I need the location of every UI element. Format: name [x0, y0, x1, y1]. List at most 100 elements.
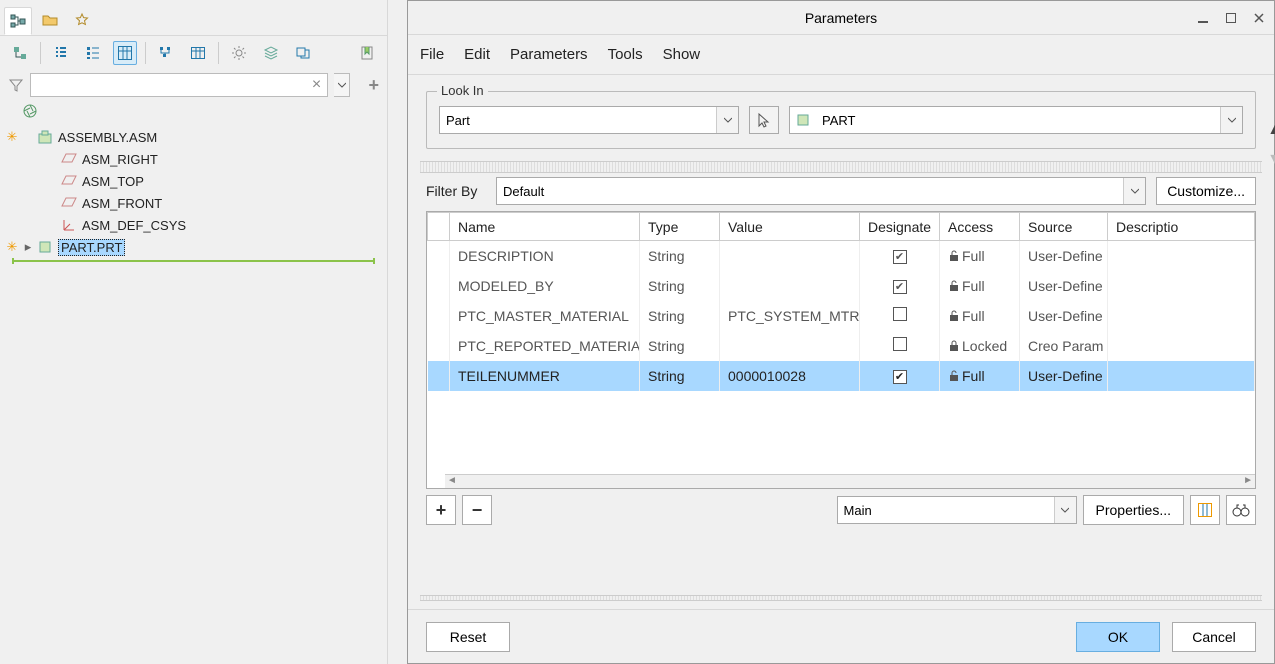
gear-icon[interactable] — [227, 41, 251, 65]
filter-by-row: Filter By Customize... — [426, 177, 1256, 205]
table-footer-row: + − Properties... — [426, 495, 1256, 525]
tree-tab-icon[interactable] — [4, 7, 32, 35]
access-cell[interactable]: Locked — [948, 338, 1011, 354]
menu-tools[interactable]: Tools — [608, 46, 643, 63]
menu-edit[interactable]: Edit — [464, 46, 490, 63]
pick-cursor-icon[interactable] — [749, 106, 779, 134]
expand-icon[interactable] — [8, 41, 32, 65]
funnel-icon[interactable] — [8, 77, 24, 93]
cell-value[interactable] — [720, 271, 860, 301]
bookmark-icon[interactable] — [355, 41, 379, 65]
expand-caret-icon[interactable]: ▸ — [20, 239, 36, 255]
access-cell[interactable]: Full — [948, 308, 1011, 324]
table-row[interactable]: TEILENUMMERString0000010028✔FullUser-Def… — [428, 361, 1255, 391]
col-type[interactable]: Type — [640, 213, 720, 241]
aperture-icon[interactable] — [22, 103, 38, 119]
chevron-down-icon[interactable] — [1220, 107, 1242, 133]
list-icon-2[interactable] — [81, 41, 105, 65]
tree-csys[interactable]: ASM_DEF_CSYS — [0, 214, 387, 236]
table-row[interactable]: PTC_REPORTED_MATERIALStringLockedCreo Pa… — [428, 331, 1255, 361]
filter-dropdown-icon[interactable] — [334, 73, 350, 97]
cell-value[interactable] — [720, 331, 860, 361]
designate-checkbox[interactable]: ✔ — [893, 250, 907, 264]
move-up-icon[interactable]: ▲ — [1266, 121, 1275, 139]
add-row-button[interactable]: + — [426, 495, 456, 525]
designate-checkbox[interactable]: ✔ — [893, 370, 907, 384]
look-in-entity-dropdown[interactable] — [789, 106, 1243, 134]
access-cell[interactable]: Full — [948, 278, 1011, 294]
tree-icon-a[interactable] — [154, 41, 178, 65]
maximize-icon[interactable] — [1222, 9, 1240, 27]
plane-icon — [60, 150, 78, 168]
cancel-button[interactable]: Cancel — [1172, 622, 1256, 652]
chevron-down-icon[interactable] — [716, 107, 738, 133]
col-designate[interactable]: Designate — [860, 213, 940, 241]
table-dropdown-value — [838, 497, 1054, 523]
look-in-type-dropdown[interactable] — [439, 106, 739, 134]
col-value[interactable]: Value — [720, 213, 860, 241]
filter-by-label: Filter By — [426, 183, 486, 199]
list-icon-1[interactable] — [49, 41, 73, 65]
tree-datum[interactable]: ASM_FRONT — [0, 192, 387, 214]
minimize-icon[interactable] — [1194, 9, 1212, 27]
cell-value[interactable]: 0000010028 — [720, 361, 860, 391]
col-source[interactable]: Source — [1020, 213, 1108, 241]
columns-icon[interactable] — [113, 41, 137, 65]
columns-toggle-icon[interactable] — [1190, 495, 1220, 525]
favorites-tab-icon[interactable] — [68, 6, 96, 34]
cell-name: MODELED_BY — [450, 271, 640, 301]
clear-filter-icon[interactable]: × — [308, 77, 324, 93]
binoculars-icon[interactable] — [1226, 495, 1256, 525]
lock-icon — [948, 280, 960, 292]
separator — [420, 161, 1262, 173]
col-description[interactable]: Descriptio — [1108, 213, 1255, 241]
customize-button[interactable]: Customize... — [1156, 177, 1256, 205]
close-icon[interactable] — [1250, 9, 1268, 27]
reset-button[interactable]: Reset — [426, 622, 510, 652]
chevron-down-icon[interactable] — [1123, 178, 1145, 204]
table-dropdown[interactable] — [837, 496, 1077, 524]
move-down-icon[interactable]: ▼ — [1266, 151, 1275, 169]
designate-checkbox[interactable] — [893, 337, 907, 351]
remove-row-button[interactable]: − — [462, 495, 492, 525]
cell-value[interactable] — [720, 241, 860, 271]
designate-checkbox[interactable]: ✔ — [893, 280, 907, 294]
view-icon[interactable] — [291, 41, 315, 65]
tree-part-selected[interactable]: ✳ ▸ PART.PRT — [0, 236, 387, 258]
tree-root[interactable]: ✳ ASSEMBLY.ASM — [0, 126, 387, 148]
cell-source: User-Define — [1020, 361, 1108, 391]
cell-type: String — [640, 301, 720, 331]
chevron-down-icon[interactable] — [1054, 497, 1076, 523]
filter-by-dropdown[interactable] — [496, 177, 1146, 205]
access-cell[interactable]: Full — [948, 368, 1011, 384]
cell-value[interactable]: PTC_SYSTEM_MTRL — [720, 301, 860, 331]
ok-button[interactable]: OK — [1076, 622, 1160, 652]
menu-parameters[interactable]: Parameters — [510, 46, 588, 63]
layers-icon[interactable] — [259, 41, 283, 65]
folder-tab-icon[interactable] — [36, 6, 64, 34]
cell-source: User-Define — [1020, 301, 1108, 331]
panel-tab-bar — [0, 0, 387, 36]
model-tree-panel: × + ✳ ASSEMBLY.ASM ASM_RIGHT ASM_TOP ASM… — [0, 0, 388, 664]
add-filter-icon[interactable]: + — [368, 75, 379, 96]
col-access[interactable]: Access — [940, 213, 1020, 241]
table-row[interactable]: PTC_MASTER_MATERIALStringPTC_SYSTEM_MTRL… — [428, 301, 1255, 331]
csys-icon — [60, 216, 78, 234]
tree-filter-input[interactable] — [30, 73, 328, 97]
designate-checkbox[interactable] — [893, 307, 907, 321]
properties-button[interactable]: Properties... — [1083, 495, 1184, 525]
table-row[interactable]: MODELED_BYString✔FullUser-Define — [428, 271, 1255, 301]
access-cell[interactable]: Full — [948, 248, 1011, 264]
col-name[interactable]: Name — [450, 213, 640, 241]
horizontal-scrollbar[interactable] — [445, 474, 1255, 488]
menu-file[interactable]: File — [420, 46, 444, 63]
cell-source: User-Define — [1020, 241, 1108, 271]
menu-show[interactable]: Show — [663, 46, 701, 63]
table-row[interactable]: DESCRIPTIONString✔FullUser-Define — [428, 241, 1255, 271]
table-icon[interactable] — [186, 41, 210, 65]
model-tree: ✳ ASSEMBLY.ASM ASM_RIGHT ASM_TOP ASM_FRO… — [0, 122, 387, 268]
tree-datum[interactable]: ASM_TOP — [0, 170, 387, 192]
tree-datum[interactable]: ASM_RIGHT — [0, 148, 387, 170]
look-in-entity-value — [816, 107, 1220, 133]
tree-filter-row: × + — [0, 70, 387, 100]
